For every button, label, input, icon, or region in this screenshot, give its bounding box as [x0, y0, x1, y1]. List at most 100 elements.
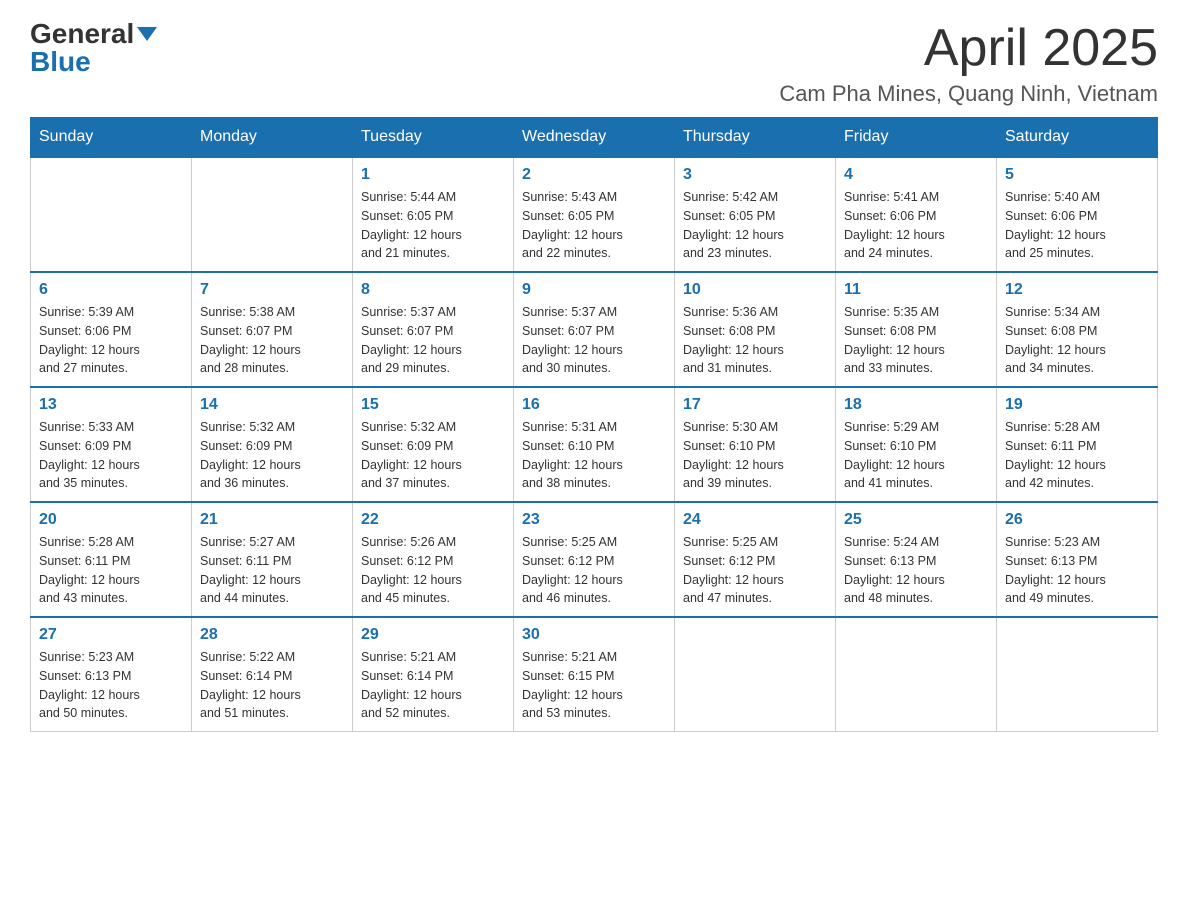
- day-info: Sunrise: 5:27 AM Sunset: 6:11 PM Dayligh…: [200, 533, 344, 608]
- calendar-week-row-0: 1Sunrise: 5:44 AM Sunset: 6:05 PM Daylig…: [31, 157, 1158, 272]
- calendar-cell: [31, 157, 192, 272]
- day-info: Sunrise: 5:32 AM Sunset: 6:09 PM Dayligh…: [200, 418, 344, 493]
- day-info: Sunrise: 5:29 AM Sunset: 6:10 PM Dayligh…: [844, 418, 988, 493]
- day-number: 1: [361, 166, 505, 184]
- calendar-cell: 11 Sunrise: 5:35 AM Sunset: 6:08 PM Dayli…: [836, 272, 997, 387]
- calendar-header-monday: Monday: [192, 118, 353, 158]
- day-number: 11: [844, 281, 988, 299]
- calendar-header-row: SundayMondayTuesdayWednesdayThursdayFrid…: [31, 118, 1158, 158]
- day-info: Sunrise: 5:31 AM Sunset: 6:10 PM Dayligh…: [522, 418, 666, 493]
- day-info: Sunrise: 5:28 AM Sunset: 6:11 PM Dayligh…: [39, 533, 183, 608]
- day-info: Sunrise: 5:28 AM Sunset: 6:11 PM Dayligh…: [1005, 418, 1149, 493]
- month-title: April 2025: [779, 20, 1158, 77]
- calendar-cell: 25 Sunrise: 5:24 AM Sunset: 6:13 PM Dayli…: [836, 502, 997, 617]
- calendar-cell: 16 Sunrise: 5:31 AM Sunset: 6:10 PM Dayli…: [514, 387, 675, 502]
- day-number: 8: [361, 281, 505, 299]
- calendar-header-sunday: Sunday: [31, 118, 192, 158]
- day-number: 9: [522, 281, 666, 299]
- calendar-cell: 5 Sunrise: 5:40 AM Sunset: 6:06 PM Daylig…: [997, 157, 1158, 272]
- day-info: Sunrise: 5:36 AM Sunset: 6:08 PM Dayligh…: [683, 303, 827, 378]
- calendar-cell: 7 Sunrise: 5:38 AM Sunset: 6:07 PM Daylig…: [192, 272, 353, 387]
- day-number: 13: [39, 396, 183, 414]
- calendar-cell: 18 Sunrise: 5:29 AM Sunset: 6:10 PM Dayli…: [836, 387, 997, 502]
- day-info: Sunrise: 5:34 AM Sunset: 6:08 PM Dayligh…: [1005, 303, 1149, 378]
- calendar-header-saturday: Saturday: [997, 118, 1158, 158]
- day-info: Sunrise: 5:41 AM Sunset: 6:06 PM Dayligh…: [844, 188, 988, 263]
- calendar-cell: [997, 617, 1158, 732]
- day-info: Sunrise: 5:25 AM Sunset: 6:12 PM Dayligh…: [522, 533, 666, 608]
- calendar-week-row-2: 13 Sunrise: 5:33 AM Sunset: 6:09 PM Dayli…: [31, 387, 1158, 502]
- calendar-cell: [836, 617, 997, 732]
- day-info: Sunrise: 5:32 AM Sunset: 6:09 PM Dayligh…: [361, 418, 505, 493]
- day-number: 18: [844, 396, 988, 414]
- calendar-week-row-4: 27 Sunrise: 5:23 AM Sunset: 6:13 PM Dayli…: [31, 617, 1158, 732]
- day-number: 20: [39, 511, 183, 529]
- day-info: Sunrise: 5:38 AM Sunset: 6:07 PM Dayligh…: [200, 303, 344, 378]
- day-number: 16: [522, 396, 666, 414]
- day-info: Sunrise: 5:24 AM Sunset: 6:13 PM Dayligh…: [844, 533, 988, 608]
- calendar-cell: 21 Sunrise: 5:27 AM Sunset: 6:11 PM Dayli…: [192, 502, 353, 617]
- page-header: General Blue April 2025 Cam Pha Mines, Q…: [30, 20, 1158, 107]
- calendar-cell: 13 Sunrise: 5:33 AM Sunset: 6:09 PM Dayli…: [31, 387, 192, 502]
- day-number: 15: [361, 396, 505, 414]
- calendar-cell: 4 Sunrise: 5:41 AM Sunset: 6:06 PM Daylig…: [836, 157, 997, 272]
- day-info: Sunrise: 5:33 AM Sunset: 6:09 PM Dayligh…: [39, 418, 183, 493]
- calendar-cell: 27 Sunrise: 5:23 AM Sunset: 6:13 PM Dayli…: [31, 617, 192, 732]
- day-number: 4: [844, 166, 988, 184]
- day-info: Sunrise: 5:22 AM Sunset: 6:14 PM Dayligh…: [200, 648, 344, 723]
- day-info: Sunrise: 5:26 AM Sunset: 6:12 PM Dayligh…: [361, 533, 505, 608]
- day-info: Sunrise: 5:25 AM Sunset: 6:12 PM Dayligh…: [683, 533, 827, 608]
- day-info: Sunrise: 5:35 AM Sunset: 6:08 PM Dayligh…: [844, 303, 988, 378]
- calendar-header-wednesday: Wednesday: [514, 118, 675, 158]
- day-number: 26: [1005, 511, 1149, 529]
- day-number: 27: [39, 626, 183, 644]
- day-info: Sunrise: 5:37 AM Sunset: 6:07 PM Dayligh…: [522, 303, 666, 378]
- day-info: Sunrise: 5:40 AM Sunset: 6:06 PM Dayligh…: [1005, 188, 1149, 263]
- logo-triangle-icon: [137, 27, 157, 41]
- day-info: Sunrise: 5:39 AM Sunset: 6:06 PM Dayligh…: [39, 303, 183, 378]
- calendar-cell: 22 Sunrise: 5:26 AM Sunset: 6:12 PM Dayli…: [353, 502, 514, 617]
- calendar-cell: 6Sunrise: 5:39 AM Sunset: 6:06 PM Daylig…: [31, 272, 192, 387]
- day-number: 14: [200, 396, 344, 414]
- calendar-table: SundayMondayTuesdayWednesdayThursdayFrid…: [30, 117, 1158, 732]
- calendar-header-thursday: Thursday: [675, 118, 836, 158]
- calendar-header-tuesday: Tuesday: [353, 118, 514, 158]
- day-number: 5: [1005, 166, 1149, 184]
- day-number: 29: [361, 626, 505, 644]
- calendar-cell: 10 Sunrise: 5:36 AM Sunset: 6:08 PM Dayli…: [675, 272, 836, 387]
- calendar-week-row-1: 6Sunrise: 5:39 AM Sunset: 6:06 PM Daylig…: [31, 272, 1158, 387]
- day-number: 23: [522, 511, 666, 529]
- calendar-cell: 12Sunrise: 5:34 AM Sunset: 6:08 PM Dayli…: [997, 272, 1158, 387]
- calendar-cell: 9 Sunrise: 5:37 AM Sunset: 6:07 PM Daylig…: [514, 272, 675, 387]
- day-info: Sunrise: 5:30 AM Sunset: 6:10 PM Dayligh…: [683, 418, 827, 493]
- calendar-cell: 24Sunrise: 5:25 AM Sunset: 6:12 PM Dayli…: [675, 502, 836, 617]
- calendar-cell: 26Sunrise: 5:23 AM Sunset: 6:13 PM Dayli…: [997, 502, 1158, 617]
- day-number: 3: [683, 166, 827, 184]
- calendar-cell: 3Sunrise: 5:42 AM Sunset: 6:05 PM Daylig…: [675, 157, 836, 272]
- calendar-cell: 1Sunrise: 5:44 AM Sunset: 6:05 PM Daylig…: [353, 157, 514, 272]
- day-number: 22: [361, 511, 505, 529]
- day-number: 10: [683, 281, 827, 299]
- day-number: 25: [844, 511, 988, 529]
- calendar-cell: [192, 157, 353, 272]
- day-number: 17: [683, 396, 827, 414]
- day-number: 19: [1005, 396, 1149, 414]
- day-info: Sunrise: 5:43 AM Sunset: 6:05 PM Dayligh…: [522, 188, 666, 263]
- day-number: 21: [200, 511, 344, 529]
- day-info: Sunrise: 5:37 AM Sunset: 6:07 PM Dayligh…: [361, 303, 505, 378]
- calendar-cell: 14 Sunrise: 5:32 AM Sunset: 6:09 PM Dayli…: [192, 387, 353, 502]
- calendar-cell: 28Sunrise: 5:22 AM Sunset: 6:14 PM Dayli…: [192, 617, 353, 732]
- logo-general-text: General: [30, 20, 134, 48]
- calendar-cell: 15 Sunrise: 5:32 AM Sunset: 6:09 PM Dayli…: [353, 387, 514, 502]
- calendar-week-row-3: 20 Sunrise: 5:28 AM Sunset: 6:11 PM Dayli…: [31, 502, 1158, 617]
- calendar-cell: 30Sunrise: 5:21 AM Sunset: 6:15 PM Dayli…: [514, 617, 675, 732]
- calendar-header-friday: Friday: [836, 118, 997, 158]
- calendar-cell: 20 Sunrise: 5:28 AM Sunset: 6:11 PM Dayli…: [31, 502, 192, 617]
- title-section: April 2025 Cam Pha Mines, Quang Ninh, Vi…: [779, 20, 1158, 107]
- calendar-cell: 2Sunrise: 5:43 AM Sunset: 6:05 PM Daylig…: [514, 157, 675, 272]
- calendar-cell: [675, 617, 836, 732]
- day-info: Sunrise: 5:23 AM Sunset: 6:13 PM Dayligh…: [39, 648, 183, 723]
- logo-blue-text: Blue: [30, 48, 91, 76]
- day-number: 7: [200, 281, 344, 299]
- day-number: 30: [522, 626, 666, 644]
